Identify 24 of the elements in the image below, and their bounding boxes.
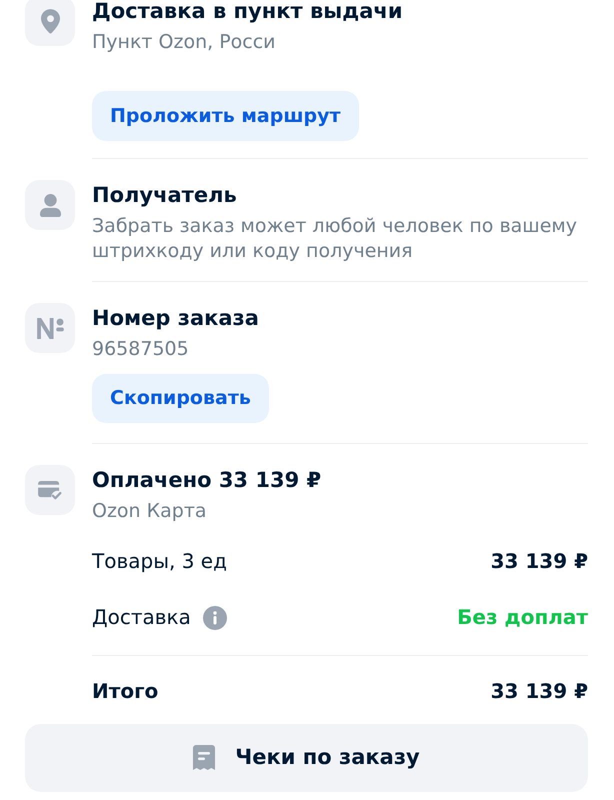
number-sign-icon (25, 303, 75, 353)
receipt-icon (193, 745, 216, 771)
summary-value: 33 139 ₽ (490, 549, 588, 574)
card-check-icon (25, 465, 75, 515)
receipts-button[interactable]: Чеки по заказу (25, 724, 588, 792)
person-icon (25, 180, 75, 230)
copy-button[interactable]: Скопировать (92, 374, 269, 423)
summary-value: Без доплат (457, 605, 588, 630)
info-icon[interactable] (202, 606, 227, 630)
section-subtitle: Ozon Карта (92, 499, 207, 524)
route-button[interactable]: Проложить маршрут (92, 91, 359, 141)
total-label: Итого (92, 678, 158, 704)
total-value: 33 139 ₽ (490, 678, 588, 704)
receipts-label: Чеки по заказу (235, 744, 420, 772)
section-subtitle: Пункт Ozon, Росси (92, 30, 276, 55)
section-title: Доставка в пункт выдачи (92, 0, 403, 24)
section-title: Номер заказа (92, 305, 259, 331)
section-subtitle: Забрать заказ может любой человек по вашему штрихкоду или коду получения (92, 214, 578, 264)
summary-label: Доставка (92, 605, 191, 630)
location-pin-icon (25, 0, 75, 46)
section-subtitle: 96587505 (92, 337, 189, 362)
section-title: Получатель (92, 182, 237, 208)
section-title: Оплачено 33 139 ₽ (92, 467, 322, 493)
summary-label: Товары, 3 ед (92, 549, 227, 574)
